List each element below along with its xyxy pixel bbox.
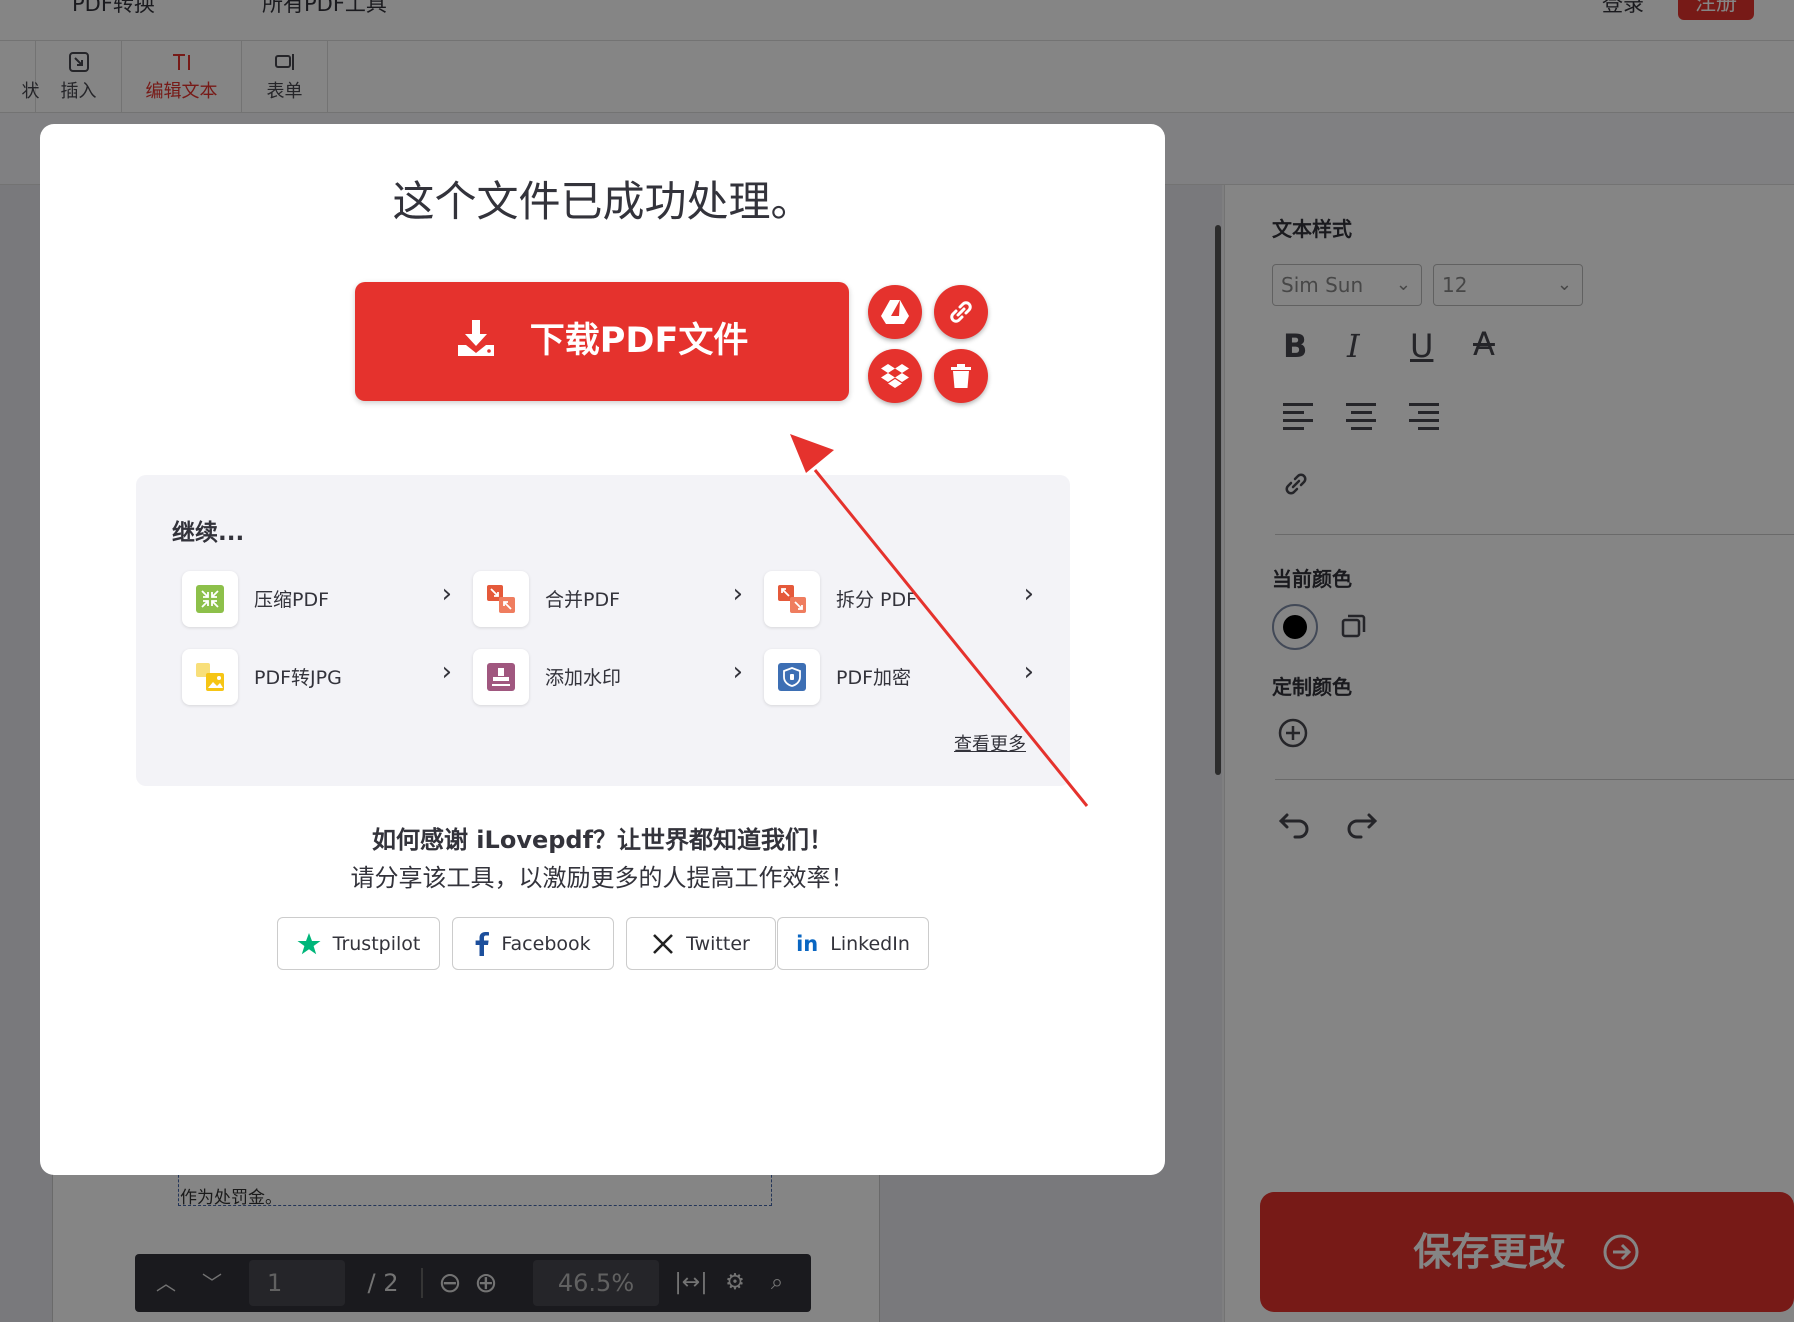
- linkedin-button[interactable]: in LinkedIn: [777, 917, 929, 970]
- thanks-heading: 如何感谢 iLovepdf？让世界都知道我们！: [371, 826, 834, 854]
- tool-add-watermark[interactable]: 添加水印 ›: [473, 649, 743, 705]
- share-link-button[interactable]: [934, 285, 988, 339]
- tool-split-pdf[interactable]: 拆分 PDF ›: [764, 571, 1034, 627]
- twitter-label: Twitter: [686, 932, 750, 955]
- tool-label: PDF转JPG: [254, 667, 342, 689]
- tool-protect-pdf[interactable]: PDF加密 ›: [764, 649, 1034, 705]
- linkedin-label: LinkedIn: [830, 932, 910, 955]
- google-drive-icon: [881, 300, 909, 324]
- link-icon: [950, 301, 972, 323]
- tool-pdf-to-jpg[interactable]: PDF转JPG ›: [182, 649, 452, 705]
- chevron-right-icon: ›: [1023, 657, 1034, 687]
- tool-compress-pdf[interactable]: 压缩PDF ›: [182, 571, 452, 627]
- tool-label: 添加水印: [545, 667, 622, 689]
- chevron-right-icon: ›: [441, 657, 452, 687]
- share-subtitle: 请分享该工具，以激励更多的人提高工作效率！: [350, 864, 855, 892]
- linkedin-icon: in: [796, 931, 819, 956]
- facebook-button[interactable]: Facebook: [452, 917, 614, 970]
- delete-button[interactable]: [934, 349, 988, 403]
- tool-label: 拆分 PDF: [836, 589, 918, 611]
- pdf-to-jpg-icon: [182, 649, 238, 705]
- continue-panel: 继续... 压缩PDF › 合并PDF › 拆分 PDF › PDF转JPG ›…: [136, 475, 1070, 786]
- download-icon: [457, 320, 494, 356]
- download-pdf-label: 下载PDF文件: [529, 321, 749, 361]
- chevron-right-icon: ›: [1023, 579, 1034, 609]
- dropbox-icon: [881, 364, 909, 388]
- chevron-right-icon: ›: [732, 657, 743, 687]
- see-more-link[interactable]: 查看更多: [954, 730, 1026, 756]
- protect-icon: [764, 649, 820, 705]
- modal-title: 这个文件已成功处理。: [392, 177, 813, 226]
- google-drive-button[interactable]: [868, 285, 922, 339]
- twitter-button[interactable]: Twitter: [626, 917, 776, 970]
- trustpilot-star-icon: [297, 932, 321, 954]
- trash-icon: [951, 364, 971, 388]
- chevron-right-icon: ›: [441, 579, 452, 609]
- compress-icon: [182, 571, 238, 627]
- x-logo-icon: [653, 933, 674, 954]
- facebook-label: Facebook: [501, 932, 591, 955]
- continue-title: 继续...: [172, 520, 245, 546]
- trustpilot-label: Trustpilot: [332, 932, 421, 955]
- chevron-right-icon: ›: [732, 579, 743, 609]
- watermark-icon: [473, 649, 529, 705]
- success-modal: 这个文件已成功处理。 下载PDF文件 继续... 压缩PDF › 合并PDF ›: [40, 124, 1165, 1175]
- split-icon: [764, 571, 820, 627]
- tool-label: PDF加密: [836, 667, 912, 689]
- tool-label: 合并PDF: [545, 589, 621, 611]
- tool-label: 压缩PDF: [254, 589, 330, 611]
- download-pdf-button[interactable]: 下载PDF文件: [355, 282, 849, 401]
- merge-icon: [473, 571, 529, 627]
- dropbox-button[interactable]: [868, 349, 922, 403]
- facebook-icon: [475, 931, 490, 956]
- tool-merge-pdf[interactable]: 合并PDF ›: [473, 571, 743, 627]
- trustpilot-button[interactable]: Trustpilot: [277, 917, 440, 970]
